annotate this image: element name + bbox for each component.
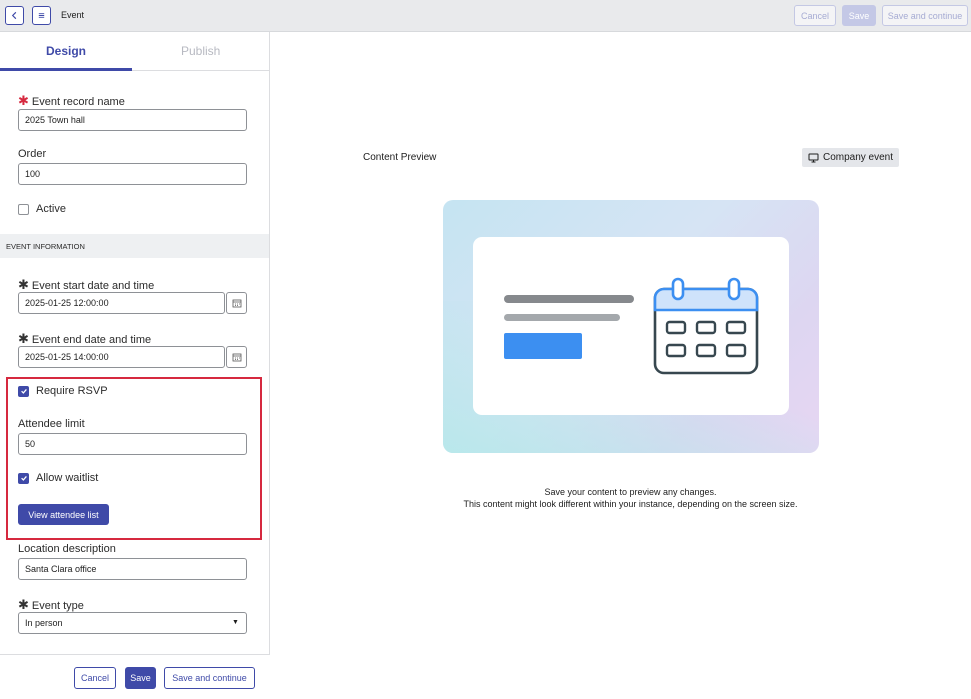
tab-bar: Design Publish bbox=[0, 32, 269, 71]
record-name-input[interactable]: 2025 Town hall bbox=[18, 109, 247, 131]
check-icon bbox=[20, 475, 27, 481]
save-continue-button[interactable]: Save and continue bbox=[164, 667, 255, 689]
company-event-label: Company event bbox=[822, 152, 894, 163]
back-button[interactable] bbox=[5, 6, 24, 25]
save-button[interactable]: Save bbox=[125, 667, 156, 689]
chevron-down-icon: ▼ bbox=[232, 619, 239, 626]
company-event-badge[interactable]: Company event bbox=[802, 148, 899, 167]
event-type-label: ✱ Event type bbox=[18, 597, 84, 612]
monitor-icon bbox=[808, 153, 819, 162]
cancel-button[interactable]: Cancel bbox=[74, 667, 116, 689]
start-date-picker-button[interactable] bbox=[226, 292, 247, 314]
top-cancel-button[interactable]: Cancel bbox=[794, 5, 836, 26]
required-icon: ✱ bbox=[18, 597, 29, 612]
preview-illustration bbox=[443, 200, 819, 453]
location-input[interactable]: Santa Clara office bbox=[18, 558, 247, 580]
menu-button[interactable] bbox=[32, 6, 51, 25]
tab-design[interactable]: Design bbox=[46, 44, 86, 58]
required-icon: ✱ bbox=[18, 277, 29, 292]
active-checkbox-row[interactable]: Active bbox=[18, 203, 66, 215]
top-bar: Event Cancel Save Save and continue bbox=[0, 0, 971, 32]
waitlist-label: Allow waitlist bbox=[36, 472, 99, 484]
location-label: Location description bbox=[18, 543, 116, 555]
required-icon: ✱ bbox=[18, 331, 29, 346]
calendar-icon bbox=[232, 299, 241, 308]
menu-icon bbox=[38, 13, 45, 18]
view-attendee-list-button[interactable]: View attendee list bbox=[18, 504, 109, 525]
attendee-limit-input[interactable]: 50 bbox=[18, 433, 247, 455]
top-save-button[interactable]: Save bbox=[842, 5, 876, 26]
record-name-label: ✱ Event record name bbox=[18, 93, 125, 108]
section-header-event-information: EVENT INFORMATION bbox=[0, 234, 269, 258]
waitlist-checkbox-row[interactable]: Allow waitlist bbox=[18, 472, 98, 484]
preview-message-line-2: This content might look different within… bbox=[463, 499, 798, 509]
form-panel: Design Publish ✱ Event record name 2025 T… bbox=[0, 32, 270, 699]
rsvp-checkbox-row[interactable]: Require RSVP bbox=[18, 385, 108, 397]
chevron-left-icon bbox=[11, 11, 17, 20]
required-icon: ✱ bbox=[18, 93, 29, 108]
text-placeholder-line bbox=[504, 295, 634, 303]
preview-card bbox=[473, 237, 789, 415]
order-input[interactable]: 100 bbox=[18, 163, 247, 185]
end-date-label: ✱ Event end date and time bbox=[18, 331, 152, 346]
top-save-continue-button[interactable]: Save and continue bbox=[882, 5, 968, 26]
preview-message-line-1: Save your content to preview any changes… bbox=[544, 487, 717, 497]
start-date-input[interactable]: 2025-01-25 12:00:00 bbox=[18, 292, 225, 314]
start-date-label: ✱ Event start date and time bbox=[18, 277, 155, 292]
attendee-limit-label: Attendee limit bbox=[18, 418, 85, 430]
event-type-select[interactable]: In person bbox=[18, 612, 247, 634]
button-placeholder bbox=[504, 333, 582, 359]
end-date-input[interactable]: 2025-01-25 14:00:00 bbox=[18, 346, 225, 368]
tab-publish[interactable]: Publish bbox=[181, 44, 220, 58]
calendar-icon bbox=[232, 353, 241, 362]
rsvp-checkbox[interactable] bbox=[18, 385, 29, 397]
active-label: Active bbox=[36, 203, 66, 215]
active-tab-indicator bbox=[0, 68, 132, 71]
order-label: Order bbox=[18, 148, 47, 160]
check-icon bbox=[20, 388, 27, 394]
page-title: Event bbox=[61, 10, 85, 20]
waitlist-checkbox[interactable] bbox=[18, 472, 29, 484]
end-date-picker-button[interactable] bbox=[226, 346, 247, 368]
preview-title: Content Preview bbox=[363, 152, 437, 163]
text-placeholder-line bbox=[504, 314, 620, 321]
form-footer: Cancel Save Save and continue bbox=[0, 654, 270, 699]
rsvp-label: Require RSVP bbox=[36, 385, 108, 397]
active-checkbox[interactable] bbox=[18, 203, 29, 215]
calendar-illustration-icon bbox=[653, 277, 759, 375]
